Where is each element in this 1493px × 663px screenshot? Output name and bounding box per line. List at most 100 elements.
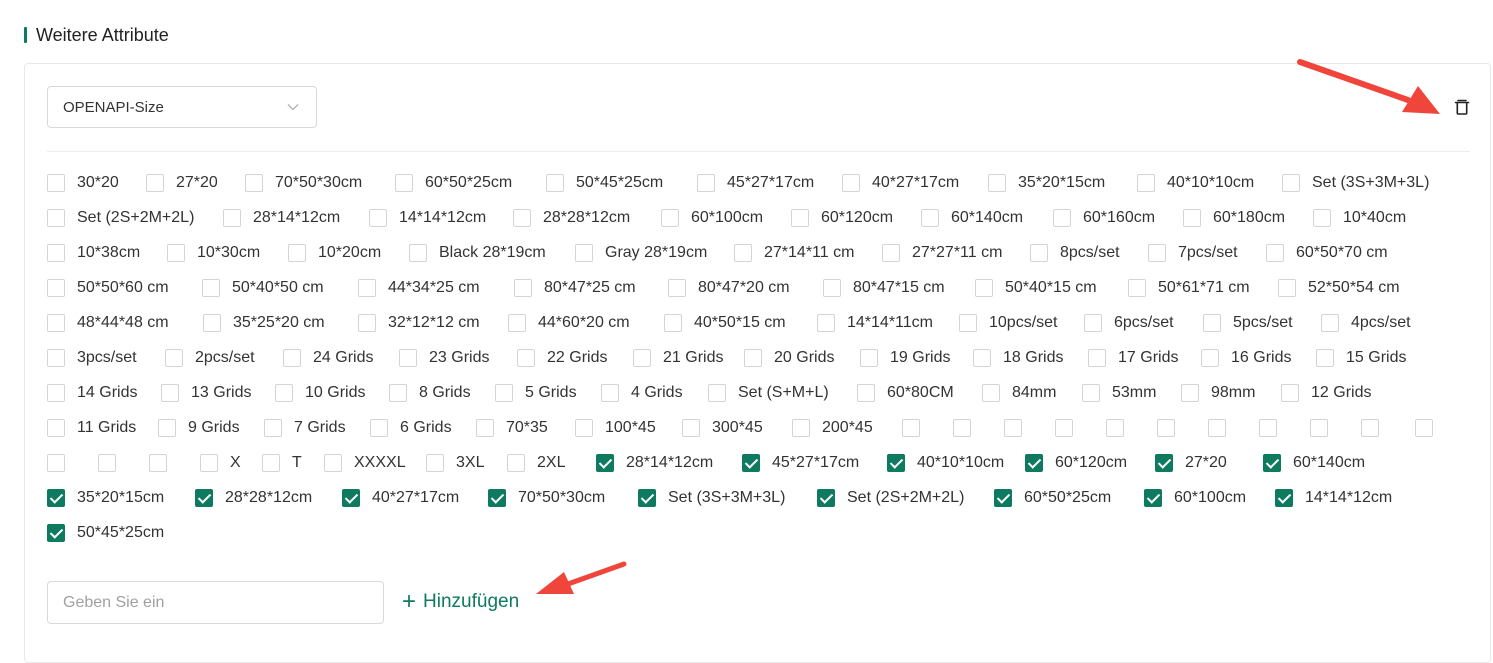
option-checkbox[interactable]: 10pcs/set <box>959 310 1057 335</box>
option-checkbox[interactable]: 10*30cm <box>167 240 260 265</box>
checkbox-empty-icon[interactable] <box>1321 313 1339 332</box>
checkbox-empty-icon[interactable] <box>369 208 387 227</box>
checkbox-empty-icon[interactable] <box>1203 313 1221 332</box>
option-checkbox[interactable]: 60*50*25cm <box>395 170 512 195</box>
option-checkbox[interactable]: 6pcs/set <box>1084 310 1174 335</box>
option-checkbox[interactable] <box>1004 415 1022 440</box>
option-checkbox[interactable]: 15 Grids <box>1316 345 1406 370</box>
checkbox-empty-icon[interactable] <box>953 418 971 437</box>
checkbox-empty-icon[interactable] <box>1053 208 1071 227</box>
option-checkbox[interactable]: 14*14*12cm <box>1275 485 1392 510</box>
checkbox-empty-icon[interactable] <box>546 173 564 192</box>
option-checkbox[interactable] <box>1106 415 1124 440</box>
checkbox-empty-icon[interactable] <box>1415 418 1433 437</box>
option-checkbox[interactable]: 70*50*30cm <box>488 485 605 510</box>
option-checkbox[interactable]: 30*20 <box>47 170 119 195</box>
option-checkbox[interactable]: Gray 28*19cm <box>575 240 707 265</box>
checkbox-empty-icon[interactable] <box>389 383 407 402</box>
option-checkbox[interactable]: 44*60*20 cm <box>508 310 630 335</box>
option-checkbox[interactable]: 70*35 <box>476 415 548 440</box>
checkbox-checked-icon[interactable] <box>817 488 835 507</box>
option-checkbox[interactable]: 50*45*25cm <box>47 520 164 545</box>
option-checkbox[interactable]: 50*40*50 cm <box>202 275 324 300</box>
checkbox-empty-icon[interactable] <box>409 243 427 262</box>
checkbox-empty-icon[interactable] <box>1157 418 1175 437</box>
checkbox-empty-icon[interactable] <box>1181 383 1199 402</box>
option-checkbox[interactable]: 70*50*30cm <box>245 170 362 195</box>
checkbox-empty-icon[interactable] <box>514 278 532 297</box>
option-checkbox[interactable]: 27*20 <box>1155 450 1227 475</box>
option-checkbox[interactable]: 45*27*17cm <box>697 170 814 195</box>
checkbox-empty-icon[interactable] <box>47 418 65 437</box>
checkbox-empty-icon[interactable] <box>842 173 860 192</box>
checkbox-empty-icon[interactable] <box>146 173 164 192</box>
checkbox-empty-icon[interactable] <box>167 243 185 262</box>
new-value-input[interactable] <box>47 581 384 624</box>
option-checkbox[interactable]: 60*80CM <box>857 380 954 405</box>
option-checkbox[interactable]: 300*45 <box>682 415 763 440</box>
option-checkbox[interactable] <box>1157 415 1175 440</box>
checkbox-empty-icon[interactable] <box>47 243 65 262</box>
checkbox-empty-icon[interactable] <box>1088 348 1106 367</box>
option-checkbox[interactable]: 10*40cm <box>1313 205 1406 230</box>
option-checkbox[interactable]: 45*27*17cm <box>742 450 859 475</box>
checkbox-empty-icon[interactable] <box>1282 173 1300 192</box>
option-checkbox[interactable]: 60*100cm <box>1144 485 1246 510</box>
checkbox-empty-icon[interactable] <box>245 173 263 192</box>
option-checkbox[interactable]: 80*47*15 cm <box>823 275 945 300</box>
checkbox-empty-icon[interactable] <box>1106 418 1124 437</box>
checkbox-empty-icon[interactable] <box>508 313 526 332</box>
checkbox-empty-icon[interactable] <box>202 278 220 297</box>
option-checkbox[interactable]: 28*14*12cm <box>223 205 340 230</box>
option-checkbox[interactable]: 10*38cm <box>47 240 140 265</box>
checkbox-empty-icon[interactable] <box>1281 383 1299 402</box>
option-checkbox[interactable]: 27*14*11 cm <box>734 240 854 265</box>
checkbox-empty-icon[interactable] <box>1183 208 1201 227</box>
checkbox-empty-icon[interactable] <box>1084 313 1102 332</box>
checkbox-empty-icon[interactable] <box>860 348 878 367</box>
checkbox-empty-icon[interactable] <box>1259 418 1277 437</box>
checkbox-empty-icon[interactable] <box>324 453 342 472</box>
option-checkbox[interactable]: 40*10*10cm <box>887 450 1004 475</box>
option-checkbox[interactable]: 52*50*54 cm <box>1278 275 1400 300</box>
option-checkbox[interactable]: 19 Grids <box>860 345 950 370</box>
option-checkbox[interactable]: 50*61*71 cm <box>1128 275 1250 300</box>
option-checkbox[interactable]: 3XL <box>426 450 484 475</box>
checkbox-empty-icon[interactable] <box>358 278 376 297</box>
checkbox-checked-icon[interactable] <box>1144 488 1162 507</box>
option-checkbox[interactable]: 35*20*15cm <box>47 485 164 510</box>
option-checkbox[interactable]: T <box>262 450 302 475</box>
option-checkbox[interactable]: 84mm <box>982 380 1056 405</box>
checkbox-empty-icon[interactable] <box>1004 418 1022 437</box>
option-checkbox[interactable] <box>47 450 65 475</box>
checkbox-empty-icon[interactable] <box>288 243 306 262</box>
option-checkbox[interactable]: Set (3S+3M+3L) <box>1282 170 1429 195</box>
option-checkbox[interactable]: Set (2S+2M+2L) <box>817 485 964 510</box>
option-checkbox[interactable]: 24 Grids <box>283 345 373 370</box>
checkbox-empty-icon[interactable] <box>633 348 651 367</box>
checkbox-empty-icon[interactable] <box>275 383 293 402</box>
option-checkbox[interactable]: 10 Grids <box>275 380 365 405</box>
checkbox-empty-icon[interactable] <box>1316 348 1334 367</box>
checkbox-empty-icon[interactable] <box>823 278 841 297</box>
checkbox-empty-icon[interactable] <box>200 453 218 472</box>
checkbox-empty-icon[interactable] <box>283 348 301 367</box>
option-checkbox[interactable]: 28*28*12cm <box>195 485 312 510</box>
checkbox-empty-icon[interactable] <box>476 418 494 437</box>
checkbox-empty-icon[interactable] <box>223 208 241 227</box>
option-checkbox[interactable]: 60*120cm <box>791 205 893 230</box>
option-checkbox[interactable]: 17 Grids <box>1088 345 1178 370</box>
option-checkbox[interactable]: 5pcs/set <box>1203 310 1293 335</box>
checkbox-empty-icon[interactable] <box>1310 418 1328 437</box>
option-checkbox[interactable]: 35*25*20 cm <box>203 310 325 335</box>
option-checkbox[interactable] <box>1259 415 1277 440</box>
option-checkbox[interactable]: 60*50*25cm <box>994 485 1111 510</box>
checkbox-empty-icon[interactable] <box>98 453 116 472</box>
checkbox-empty-icon[interactable] <box>668 278 686 297</box>
option-checkbox[interactable] <box>1415 415 1433 440</box>
checkbox-empty-icon[interactable] <box>1137 173 1155 192</box>
checkbox-empty-icon[interactable] <box>517 348 535 367</box>
option-checkbox[interactable]: 6 Grids <box>370 415 452 440</box>
checkbox-empty-icon[interactable] <box>988 173 1006 192</box>
checkbox-empty-icon[interactable] <box>575 243 593 262</box>
